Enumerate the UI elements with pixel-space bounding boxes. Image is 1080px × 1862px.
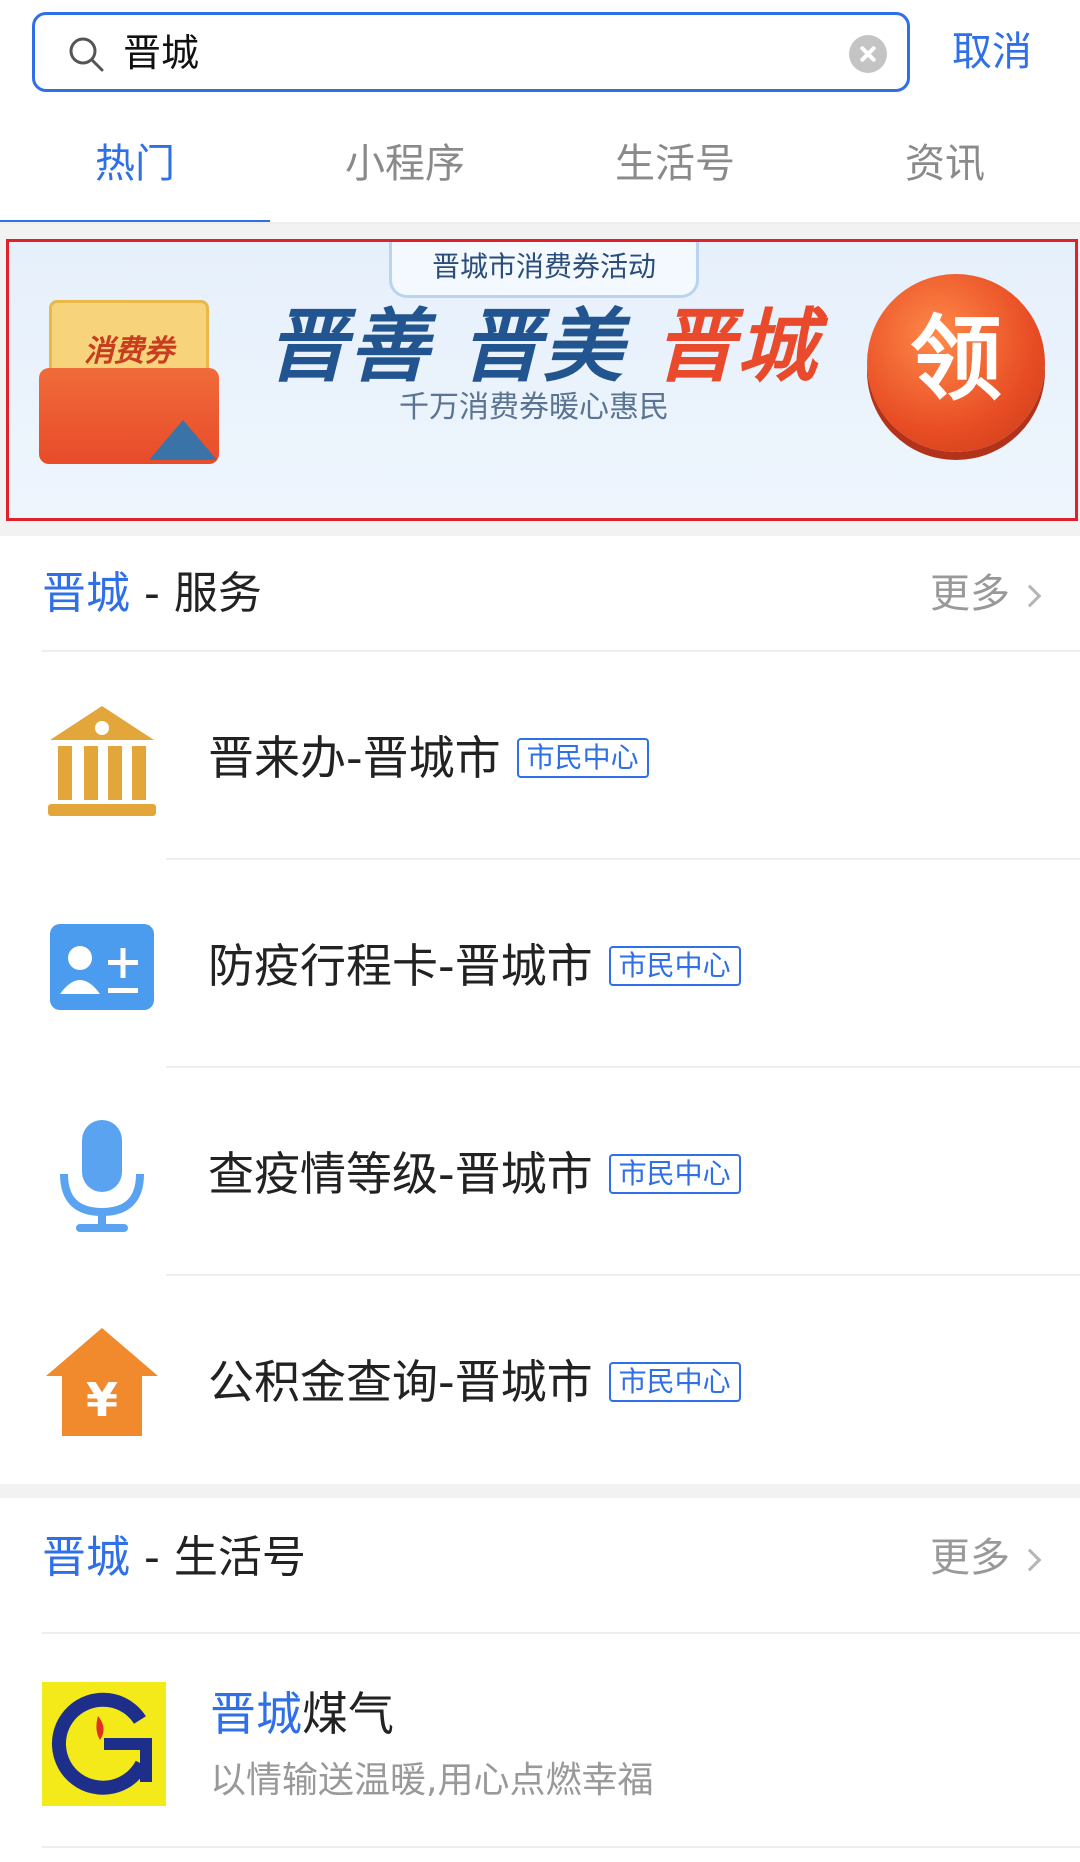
service-item[interactable]: ¥ 公积金查询-晋城市 市民中心: [0, 1276, 1080, 1484]
service-title: 防疫行程卡-晋城市: [208, 939, 593, 993]
services-more-link[interactable]: 更多: [930, 566, 1042, 622]
tab-news[interactable]: 资讯: [810, 108, 1080, 224]
service-badge: 市民中心: [516, 737, 649, 778]
claim-button[interactable]: 领: [867, 274, 1045, 452]
service-name: 防疫行程卡-晋城市 市民中心: [208, 938, 741, 994]
life-account-name: 晋城煤气: [210, 1684, 394, 1744]
tab-mini-programs[interactable]: 小程序: [270, 108, 540, 224]
life-account-name-rest: 煤气: [302, 1687, 394, 1741]
search-icon: [69, 37, 104, 72]
slogan-part-1: 晋善: [267, 300, 431, 393]
service-title: 查疫情等级-晋城市: [208, 1147, 593, 1201]
service-item[interactable]: 查疫情等级-晋城市 市民中心: [0, 1068, 1080, 1276]
microphone-icon: [60, 1120, 144, 1232]
banner-slogan: 晋善 晋美 晋城: [267, 302, 819, 392]
banner-subtitle: 千万消费券暖心惠民: [399, 390, 669, 425]
yuan-house-icon: ¥: [46, 1328, 158, 1436]
slogan-part-3: 晋城: [654, 300, 819, 393]
banner-area: 晋城市消费券活动 消费券 晋善 晋美 晋城 千万消费券暖心惠民 领: [0, 224, 1080, 536]
clear-icon[interactable]: [849, 35, 887, 73]
service-title: 公积金查询-晋城市: [208, 1355, 593, 1409]
section-keyword: 晋城: [42, 568, 130, 619]
chevron-right-icon: [1018, 1548, 1042, 1572]
section-title-suffix: - 生活号: [130, 1532, 306, 1583]
coupon-label: 消费券: [84, 334, 174, 369]
section-title: 晋城 - 生活号: [42, 1528, 306, 1588]
service-name: 公积金查询-晋城市 市民中心: [208, 1354, 741, 1410]
search-input[interactable]: 晋城: [32, 12, 910, 92]
contact-card-icon: [50, 924, 154, 1010]
service-name: 查疫情等级-晋城市 市民中心: [208, 1146, 741, 1202]
promo-banner[interactable]: 晋城市消费券活动 消费券 晋善 晋美 晋城 千万消费券暖心惠民 领: [6, 239, 1078, 521]
tab-bar: 热门 小程序 生活号 资讯: [0, 108, 1080, 224]
chevron-right-icon: [1018, 584, 1042, 608]
section-keyword: 晋城: [42, 1532, 130, 1583]
life-section-header: 晋城 - 生活号 更多: [0, 1500, 1080, 1616]
section-title: 晋城 - 服务: [42, 564, 262, 624]
section-title-suffix: - 服务: [130, 568, 262, 619]
life-more-link[interactable]: 更多: [930, 1530, 1042, 1586]
section-gap: [0, 1484, 1080, 1498]
slogan-part-2: 晋美: [460, 300, 625, 393]
more-label: 更多: [930, 571, 1010, 617]
government-building-icon: [48, 706, 156, 816]
svg-text:¥: ¥: [86, 1373, 118, 1427]
life-account-keyword: 晋城: [210, 1687, 302, 1741]
divider: [42, 1846, 1080, 1848]
service-name: 晋来办-晋城市 市民中心: [208, 730, 649, 786]
service-item[interactable]: 晋来办-晋城市 市民中心: [0, 652, 1080, 860]
life-account-item[interactable]: 晋城煤气 以情输送温暖,用心点燃幸福: [0, 1634, 1080, 1834]
banner-top-tag: 晋城市消费券活动: [389, 242, 699, 298]
service-item[interactable]: 防疫行程卡-晋城市 市民中心: [0, 860, 1080, 1068]
tab-life-accounts[interactable]: 生活号: [540, 108, 810, 224]
life-account-description: 以情输送温暖,用心点燃幸福: [210, 1760, 654, 1801]
mountain-decoration: [149, 420, 217, 460]
search-query-text: 晋城: [123, 31, 200, 75]
search-bar: 晋城 取消: [0, 0, 1080, 108]
more-label: 更多: [930, 1535, 1010, 1581]
cancel-button[interactable]: 取消: [952, 24, 1032, 80]
service-badge: 市民中心: [608, 1153, 741, 1194]
service-badge: 市民中心: [608, 945, 741, 986]
gas-company-logo-icon: [42, 1682, 166, 1806]
service-title: 晋来办-晋城市: [208, 731, 501, 785]
tab-hot[interactable]: 热门: [0, 108, 270, 224]
service-badge: 市民中心: [608, 1361, 741, 1402]
services-section-header: 晋城 - 服务 更多: [0, 536, 1080, 652]
